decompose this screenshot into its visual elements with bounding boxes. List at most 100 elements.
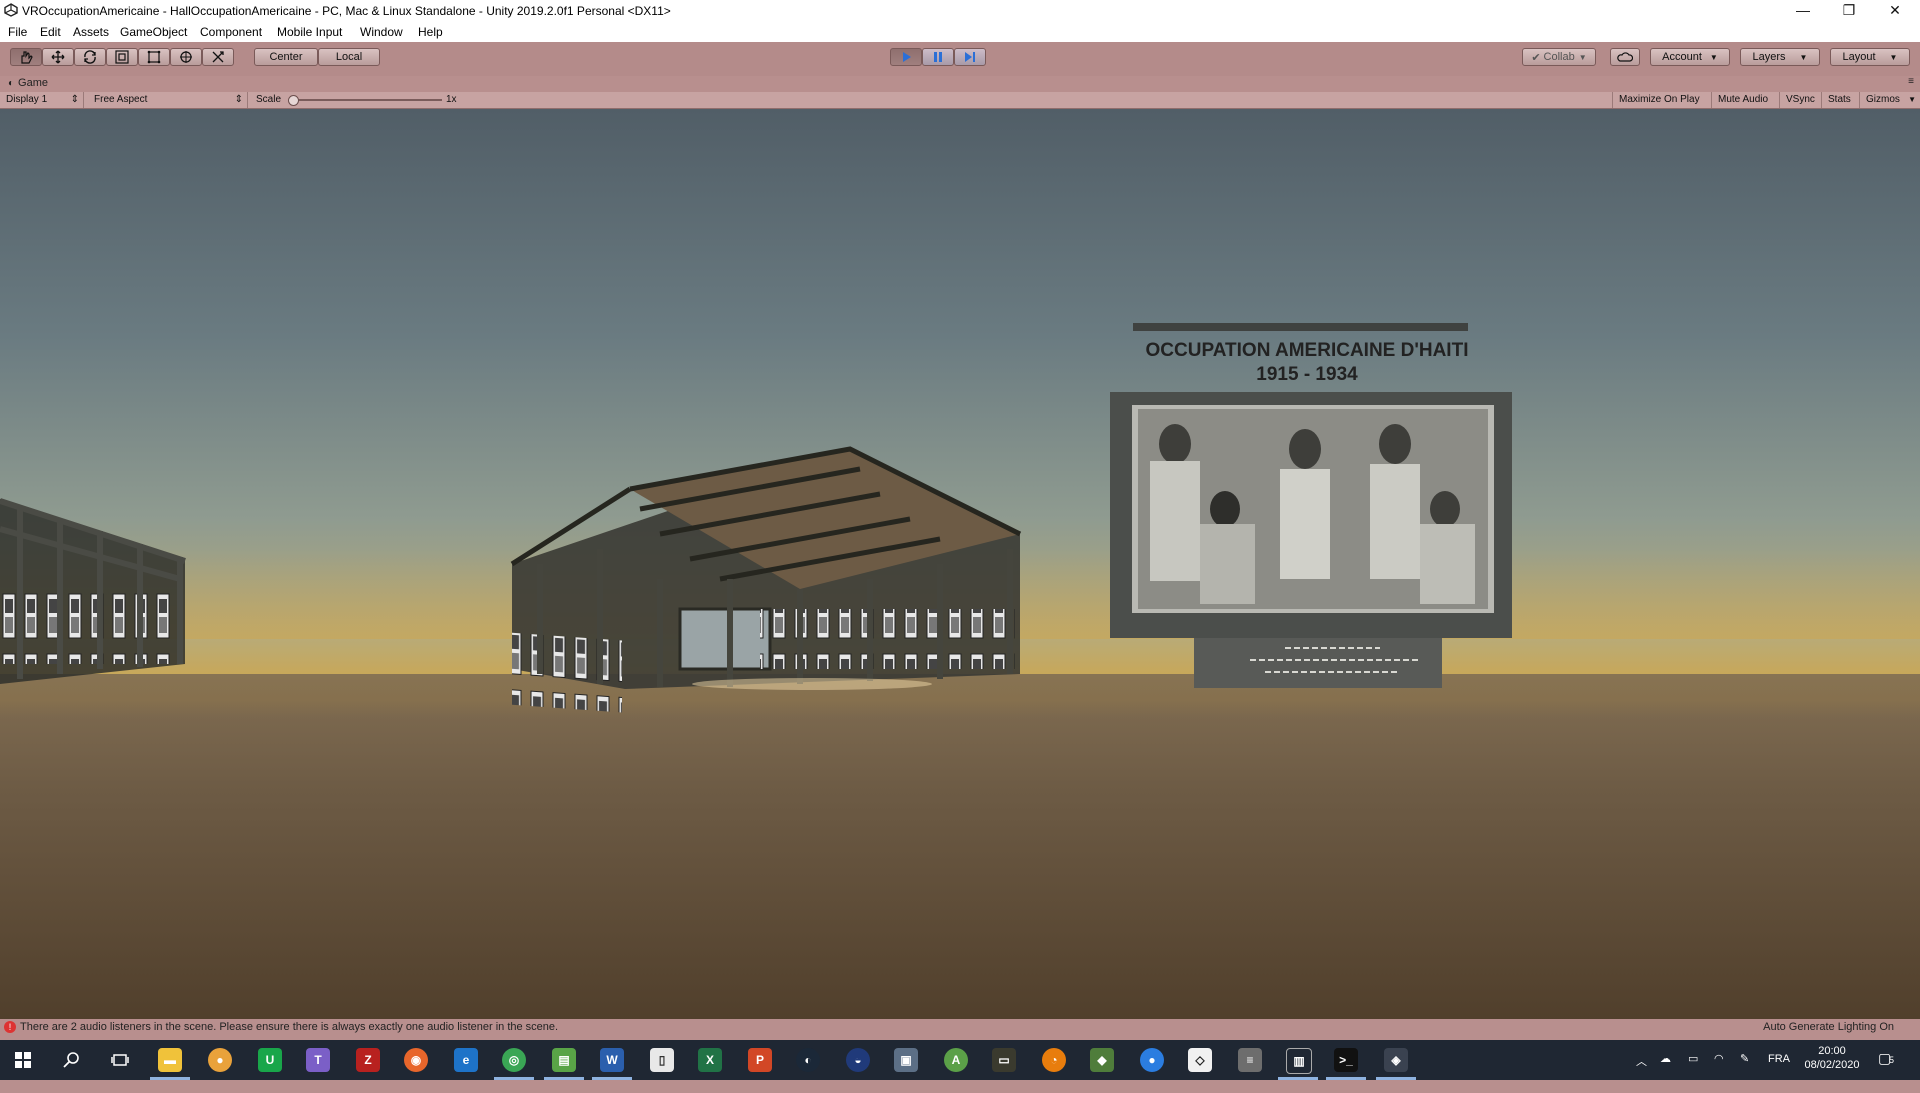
custom-tool-icon: [212, 51, 224, 63]
menu-help[interactable]: Help: [418, 25, 443, 39]
word-icon[interactable]: W: [600, 1048, 624, 1072]
chevron-updown-icon: ⇕: [70, 94, 79, 105]
step-icon: [965, 52, 975, 62]
pen-icon[interactable]: ✎: [1740, 1052, 1749, 1092]
menu-component[interactable]: Component: [200, 25, 262, 39]
left-hall-model: [0, 498, 186, 684]
game-tool-icon[interactable]: ◆: [1090, 1048, 1114, 1072]
app-orange-icon[interactable]: ●: [208, 1048, 232, 1072]
menu-assets[interactable]: Assets: [73, 25, 109, 39]
maps-app-icon[interactable]: ●: [1140, 1048, 1164, 1072]
step-button[interactable]: [954, 48, 986, 66]
origin-icon[interactable]: ◒: [846, 1048, 870, 1072]
language-indicator[interactable]: FRA: [1768, 1053, 1790, 1093]
menu-window[interactable]: Window: [360, 25, 403, 39]
notepad-icon[interactable]: ▯: [650, 1048, 674, 1072]
task-view-icon: [111, 1054, 129, 1066]
blender-icon[interactable]: ◔: [1042, 1048, 1066, 1072]
excel-icon[interactable]: X: [698, 1048, 722, 1072]
task-view-button[interactable]: [98, 1040, 142, 1080]
vsync-toggle[interactable]: VSync: [1780, 92, 1822, 108]
clock-time: 20:00: [1818, 1045, 1846, 1057]
terminal-icon[interactable]: >_: [1334, 1048, 1358, 1072]
collab-button[interactable]: ✔ Collab ▼: [1522, 48, 1596, 66]
game-viewport[interactable]: OCCUPATION AMERICAINE D'HAITI 1915 - 193…: [0, 109, 1920, 1019]
windows-logo-icon: [15, 1052, 31, 1068]
window-title: VROccupationAmericaine - HallOccupationA…: [22, 4, 671, 18]
media-app-icon[interactable]: ▭: [992, 1048, 1016, 1072]
stats-label: Stats: [1828, 94, 1851, 105]
layers-label: Layers: [1752, 51, 1786, 63]
pivot-local-button[interactable]: Local: [318, 48, 380, 66]
menu-file[interactable]: File: [8, 25, 27, 39]
rotate-tool-button[interactable]: [74, 48, 106, 66]
scene-render: [0, 323, 1920, 1019]
layout-label: Layout: [1842, 51, 1876, 63]
maximize-on-play-label: Maximize On Play: [1619, 94, 1700, 105]
scale-slider-handle[interactable]: [288, 95, 299, 106]
transform-tool-button[interactable]: [170, 48, 202, 66]
window-titlebar: VROccupationAmericaine - HallOccupationA…: [0, 0, 1920, 22]
search-button[interactable]: [50, 1040, 94, 1080]
account-dropdown[interactable]: Account ▼: [1650, 48, 1730, 66]
android-studio-icon[interactable]: A: [944, 1048, 968, 1072]
upwork-icon[interactable]: U: [258, 1048, 282, 1072]
chrome-icon[interactable]: ◎: [502, 1048, 526, 1072]
notification-center-button[interactable]: ▢ 5: [1878, 1050, 1906, 1070]
move-tool-button[interactable]: [42, 48, 74, 66]
chevron-down-icon: ▼: [1709, 52, 1718, 62]
game-tab[interactable]: ◐ Game: [8, 77, 48, 89]
cloud-button[interactable]: [1610, 48, 1640, 66]
play-button[interactable]: [890, 48, 922, 66]
database-icon[interactable]: ≡: [1238, 1048, 1262, 1072]
start-button[interactable]: [0, 1040, 46, 1080]
dashboard-app-icon[interactable]: ▥: [1286, 1048, 1312, 1074]
tray-chevron-up-icon[interactable]: ︿: [1636, 1053, 1650, 1093]
scale-tool-button[interactable]: [106, 48, 138, 66]
minimize-button[interactable]: —: [1780, 0, 1826, 22]
onedrive-icon[interactable]: ☁: [1660, 1052, 1671, 1092]
console-status-bar[interactable]: ! There are 2 audio listeners in the sce…: [0, 1019, 1920, 1037]
display-label: Display 1: [6, 94, 48, 105]
rect-tool-icon: [147, 50, 161, 64]
pivot-center-button[interactable]: Center: [254, 48, 318, 66]
display-dropdown[interactable]: Display 1 ⇕: [0, 92, 84, 108]
unity-editor-icon[interactable]: ◈: [1384, 1048, 1408, 1072]
clock[interactable]: 20:00 08/02/2020: [1800, 1045, 1864, 1085]
close-button[interactable]: ✕: [1872, 0, 1918, 22]
layers-dropdown[interactable]: Layers ▼: [1740, 48, 1820, 66]
restore-button[interactable]: ❐: [1826, 0, 1872, 22]
stats-toggle[interactable]: Stats: [1822, 92, 1860, 108]
menu-edit[interactable]: Edit: [40, 25, 61, 39]
scale-slider-track[interactable]: [292, 99, 442, 101]
monitor-app-icon[interactable]: ▣: [894, 1048, 918, 1072]
edge-icon[interactable]: e: [454, 1048, 478, 1072]
aspect-dropdown[interactable]: Free Aspect ⇕: [88, 92, 248, 108]
layout-dropdown[interactable]: Layout ▼: [1830, 48, 1910, 66]
gizmos-dropdown[interactable]: Gizmos ▼: [1860, 92, 1920, 108]
pause-button[interactable]: [922, 48, 954, 66]
powerpoint-icon[interactable]: P: [748, 1048, 772, 1072]
battery-icon[interactable]: ▭: [1688, 1052, 1698, 1092]
file-explorer-icon[interactable]: ▬: [158, 1048, 182, 1072]
menu-mobile-input[interactable]: Mobile Input: [277, 25, 342, 39]
firefox-icon[interactable]: ◉: [404, 1048, 428, 1072]
tab-menu-icon[interactable]: ≡: [1908, 76, 1914, 87]
rect-tool-button[interactable]: [138, 48, 170, 66]
custom-tool-button[interactable]: [202, 48, 234, 66]
menu-gameobject[interactable]: GameObject: [120, 25, 187, 39]
project-app-icon[interactable]: ▤: [552, 1048, 576, 1072]
steam-icon[interactable]: ◐: [796, 1048, 820, 1072]
exhibit-title: OCCUPATION AMERICAINE D'HAITI: [1145, 340, 1469, 361]
teams-icon[interactable]: T: [306, 1048, 330, 1072]
hand-tool-button[interactable]: [10, 48, 42, 66]
gizmos-label: Gizmos: [1866, 94, 1900, 105]
game-tab-label: Game: [18, 77, 49, 89]
unity-logo-icon: [4, 3, 18, 17]
filezilla-icon[interactable]: Z: [356, 1048, 380, 1072]
mute-audio-toggle[interactable]: Mute Audio: [1712, 92, 1780, 108]
unity-hub-icon[interactable]: ◇: [1188, 1048, 1212, 1072]
pause-icon: [934, 52, 942, 62]
wifi-icon[interactable]: ◠: [1714, 1052, 1724, 1092]
maximize-on-play-toggle[interactable]: Maximize On Play: [1612, 92, 1712, 108]
